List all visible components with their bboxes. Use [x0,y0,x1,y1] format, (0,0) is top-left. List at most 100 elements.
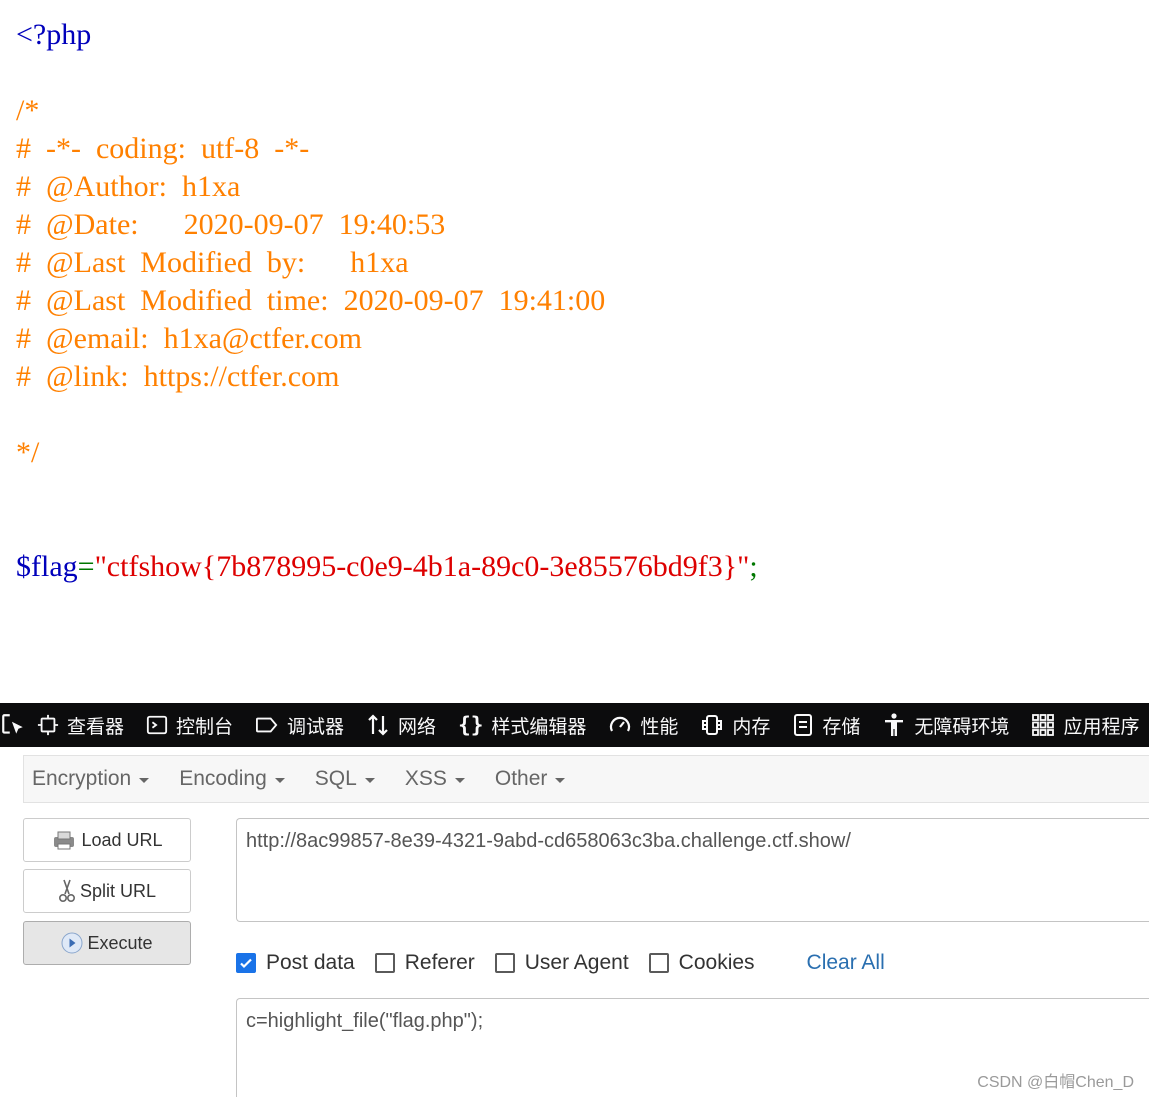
tab-memory[interactable]: 内存 [689,703,781,747]
caret-down-icon [364,777,375,783]
tab-performance[interactable]: 性能 [597,703,689,747]
checkbox-box[interactable] [374,953,395,973]
code-token-comment: # @Author: h1xa [16,170,241,203]
code-line: # @Last Modified time: 2020-09-07 19:41:… [16,282,1136,320]
tab-performance-label: 性能 [640,716,679,738]
tab-inspector[interactable]: 查看器 [26,703,135,747]
code-token-comment: */ [16,436,40,469]
caret-down-icon [139,777,150,783]
user-agent-label: User Agent [524,951,629,974]
watermark: CSDN @白帽Chen_D [977,1074,1134,1091]
tab-application-label: 应用程序 [1063,716,1140,738]
performance-icon [610,716,631,732]
post-data-label: Post data [266,951,355,974]
menu-sql[interactable]: SQL [307,767,383,791]
url-input[interactable]: http://8ac99857-8e39-4321-9abd-cd658063c… [236,818,1149,922]
cookies-checkbox[interactable]: Cookies [648,951,755,975]
code-line: # @email: h1xa@ctfer.com [16,320,1136,358]
checkbox-box[interactable] [648,953,669,973]
cookies-label: Cookies [678,951,755,974]
tab-debugger-label: 调试器 [287,716,345,738]
inspector-icon [37,714,59,736]
code-line: */ [16,434,1136,472]
split-url-button[interactable]: Split URL [23,869,191,913]
php-source-view: <?php /* # -*- coding: utf-8 -*- # @Author:… [16,16,1136,586]
tab-network-label: 网络 [398,716,437,738]
code-token-comment: # @Last Modified time: 2020-09-07 19:41:… [16,284,606,317]
scissors-icon [58,879,75,902]
code-line: # @Author: h1xa [16,168,1136,206]
checkbox-box[interactable] [494,953,515,973]
menu-other-label: Other [494,767,548,790]
user-agent-checkbox[interactable]: User Agent [494,951,629,975]
accessibility-icon [885,713,904,736]
code-token-str: "ctfshow{7b878995-c0e9-4b1a-89c0-3e85576… [94,550,750,583]
execute-label: Execute [87,932,153,953]
code-token-comment: # @Last Modified by: h1xa [16,246,409,279]
application-icon [1032,714,1055,736]
load-url-label: Load URL [81,829,163,850]
code-line: # -*- coding: utf-8 -*- [16,130,1136,168]
tab-accessibility-label: 无障碍环境 [914,716,1010,738]
tab-style-editor[interactable]: {} 样式编辑器 [447,703,597,747]
request-options: Post data Referer User Agent Cookies Cle… [236,946,885,980]
memory-icon [702,715,723,735]
code-line: /* [16,92,1136,130]
execute-button[interactable]: Execute [23,921,191,965]
element-picker-button[interactable] [0,703,26,747]
menu-xss-label: XSS [404,767,447,790]
caret-down-icon [274,777,285,783]
code-token-comment: /* [16,94,40,127]
post-data-checkbox[interactable]: Post data [236,951,355,975]
tab-accessibility[interactable]: 无障碍环境 [871,703,1020,747]
split-url-label: Split URL [79,880,157,901]
menu-encoding-label: Encoding [179,767,267,790]
play-icon [61,932,83,954]
tab-network[interactable]: 网络 [355,703,447,747]
code-token-var: $flag [16,550,78,583]
code-line: <?php [16,16,1136,54]
code-token-php: <?php [16,18,92,51]
caret-down-icon [555,777,566,783]
code-line: # @Date: 2020-09-07 19:40:53 [16,206,1136,244]
referer-label: Referer [404,951,475,974]
devtools-toolbar: 查看器 控制台 调试器 网络 {} 样式编辑器 性能 内存 存储 无障碍环境 应… [0,703,1149,747]
code-token-comment: # @email: h1xa@ctfer.com [16,322,362,355]
console-icon [146,715,168,735]
tab-memory-label: 内存 [732,716,771,738]
menu-xss[interactable]: XSS [397,767,473,791]
code-token-op: ; [749,550,758,583]
menu-encryption[interactable]: Encryption [24,767,157,791]
debugger-icon [256,717,278,733]
referer-checkbox[interactable]: Referer [374,951,475,975]
code-line: $flag="ctfshow{7b878995-c0e9-4b1a-89c0-3… [16,548,1136,586]
hackbar-menu: Encryption Encoding SQL XSS Other [23,755,1149,803]
load-url-button[interactable]: Load URL [23,818,191,862]
tab-storage-label: 存储 [822,716,861,738]
element-picker-icon [2,714,23,734]
tab-inspector-label: 查看器 [67,716,125,738]
code-token-comment: # -*- coding: utf-8 -*- [16,132,310,165]
caret-down-icon [454,777,465,783]
code-token-op: = [77,550,95,583]
menu-sql-label: SQL [314,767,357,790]
tab-storage[interactable]: 存储 [781,703,871,747]
tab-debugger[interactable]: 调试器 [244,703,355,747]
menu-encoding[interactable]: Encoding [171,767,293,791]
menu-other[interactable]: Other [487,767,574,791]
tab-application[interactable]: 应用程序 [1020,703,1149,747]
code-token-comment: # @link: https://ctfer.com [16,360,340,393]
checkbox-box[interactable] [236,953,256,973]
code-token-comment: # @Date: 2020-09-07 19:40:53 [16,208,446,241]
style-editor-icon: {} [458,713,484,737]
clear-all-link[interactable]: Clear All [807,951,885,975]
tab-console-label: 控制台 [176,716,234,738]
tab-style-editor-label: 样式编辑器 [491,716,587,738]
tab-console[interactable]: 控制台 [135,703,244,747]
network-icon [368,714,388,736]
checkmark-icon [240,958,252,969]
